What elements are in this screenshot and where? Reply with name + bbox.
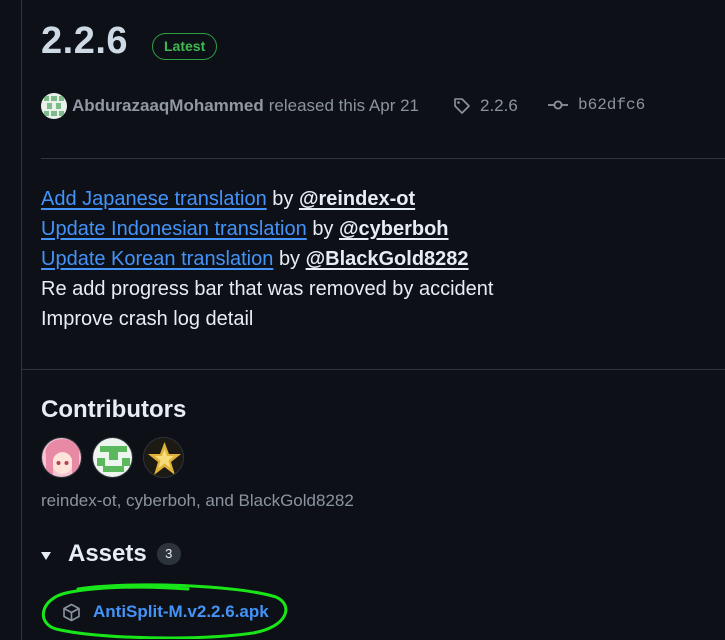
note-by: by <box>312 218 334 240</box>
author-name[interactable]: AbdurazaaqMohammed <box>72 96 264 116</box>
commit-hash: b62dfc6 <box>578 96 646 114</box>
note-link-japanese[interactable]: Add Japanese translation <box>41 188 267 210</box>
contributor-avatar-cyberboh[interactable] <box>92 437 133 478</box>
tag-icon <box>453 97 471 115</box>
caret-down-icon <box>41 551 51 560</box>
release-version-title[interactable]: 2.2.6 <box>41 20 128 63</box>
released-date-text: released this Apr 21 <box>268 96 420 115</box>
assets-toggle[interactable]: Assets 3 <box>41 540 181 568</box>
note-line: Update Korean translation by @BlackGold8… <box>41 244 493 274</box>
mention-blackgold8282[interactable]: @BlackGold8282 <box>306 248 469 270</box>
tag-label: 2.2.6 <box>480 96 518 115</box>
mention-reindex-ot[interactable]: @reindex-ot <box>299 188 415 210</box>
contributor-avatar-reindex-ot[interactable] <box>41 437 82 478</box>
note-line: Add Japanese translation by @reindex-ot <box>41 184 493 214</box>
note-text: Re add progress bar that was removed by … <box>41 278 494 300</box>
latest-badge: Latest <box>152 33 218 60</box>
divider <box>41 158 725 159</box>
release-notes: Add Japanese translation by @reindex-ot … <box>41 184 493 334</box>
contributor-avatar-blackgold8282[interactable] <box>143 437 184 478</box>
mention-cyberboh[interactable]: @cyberboh <box>339 218 449 240</box>
package-icon <box>62 603 81 622</box>
note-link-korean[interactable]: Update Korean translation <box>41 248 273 270</box>
release-meta: AbdurazaaqMohammed released this Apr 21 <box>41 93 419 119</box>
commit-link[interactable]: b62dfc6 <box>548 96 645 114</box>
note-by: by <box>272 188 294 210</box>
author-avatar[interactable] <box>41 93 67 119</box>
note-by: by <box>278 248 301 270</box>
divider <box>21 369 725 370</box>
note-text: Improve crash log detail <box>41 308 254 330</box>
assets-count-badge: 3 <box>156 543 181 565</box>
assets-heading: Assets <box>68 540 147 567</box>
tag-link[interactable]: 2.2.6 <box>453 96 518 116</box>
commit-icon <box>548 99 568 111</box>
contributor-avatars <box>41 437 184 478</box>
note-line: Update Indonesian translation by @cyberb… <box>41 214 493 244</box>
contributors-heading: Contributors <box>41 396 187 423</box>
asset-row[interactable]: AntiSplit-M.v2.2.6.apk <box>62 602 269 622</box>
asset-link-apk[interactable]: AntiSplit-M.v2.2.6.apk <box>93 602 269 622</box>
contributors-names: reindex-ot, cyberboh, and BlackGold8282 <box>41 491 354 510</box>
note-link-indonesian[interactable]: Update Indonesian translation <box>41 218 307 240</box>
